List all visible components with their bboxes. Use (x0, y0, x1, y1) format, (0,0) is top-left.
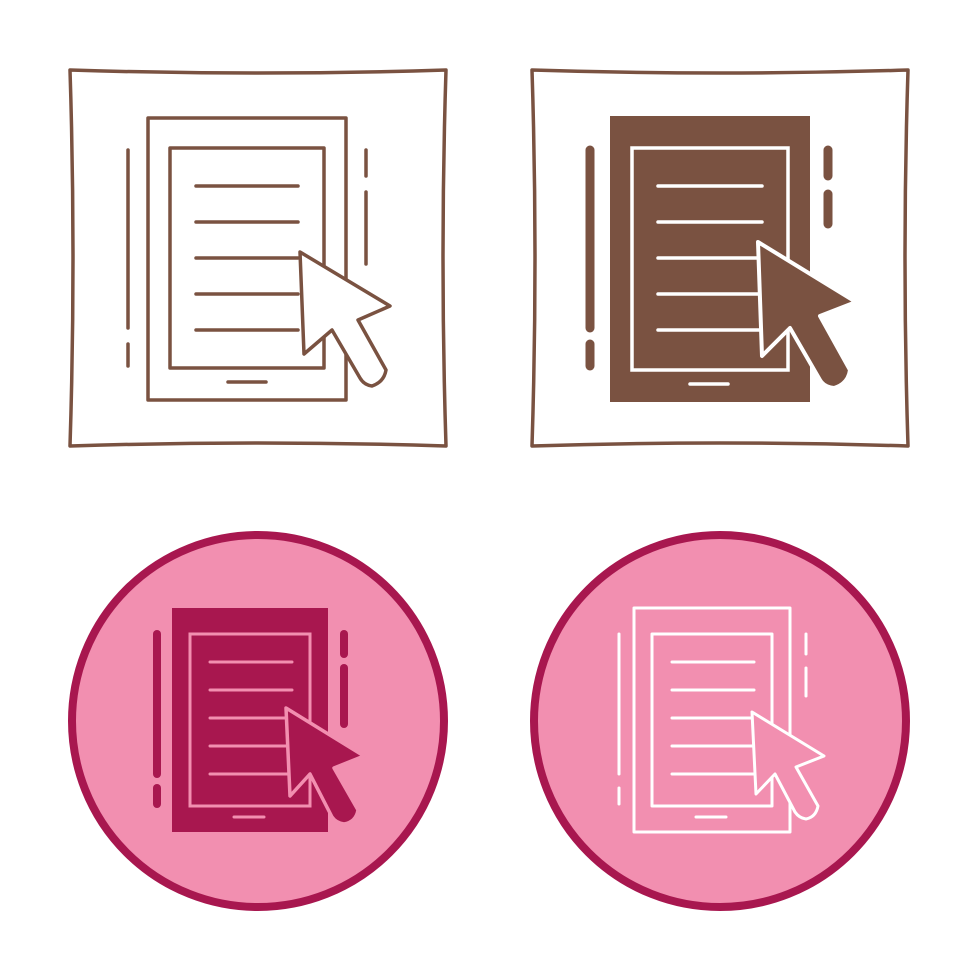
tablet-shape (585, 116, 833, 402)
tablet-document-cursor-outline-icon (68, 68, 448, 448)
background-circle (530, 531, 910, 911)
tablet-document-cursor-filled-icon (530, 68, 910, 448)
tablet-document-cursor-pink-filled-icon (68, 531, 448, 911)
tablet-shape (153, 608, 348, 832)
tablet-document-cursor-pink-outline-icon (530, 531, 910, 911)
icon-set-canvas (0, 0, 980, 980)
